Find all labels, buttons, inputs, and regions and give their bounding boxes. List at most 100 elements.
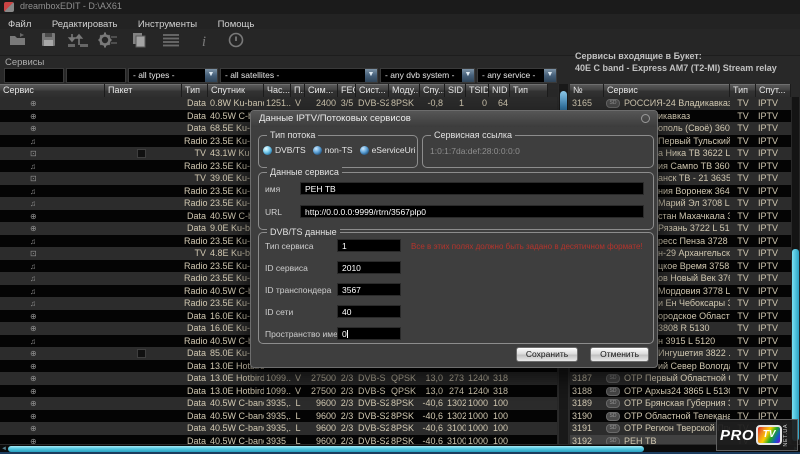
stream-type-radio-non-ts[interactable]: non-TS	[313, 145, 353, 155]
column-header[interactable]: Моду...	[389, 84, 420, 97]
service-row[interactable]: ⊕Data40.5W C-band ...3935,...L96002/3DVB…	[0, 397, 557, 410]
column-header[interactable]: Сервис	[0, 84, 105, 97]
dvb-field-2[interactable]: 3567	[337, 283, 401, 296]
data-icon: ⊕	[30, 386, 37, 398]
column-header[interactable]: Спу...	[420, 84, 445, 97]
type-filter-select[interactable]: - all types -▼	[128, 68, 218, 83]
open-button[interactable]	[6, 31, 30, 52]
column-header[interactable]: FEC	[338, 84, 356, 97]
tsid-cell: 0	[466, 97, 489, 110]
column-header[interactable]: Сервис	[604, 84, 730, 97]
service-cell: ⊡	[0, 147, 105, 160]
field-label: Тип сервиса	[265, 241, 313, 251]
satellite-filter-select[interactable]: - all satellites -▼	[220, 68, 378, 83]
stream-type-radio-eserviceuri[interactable]: eServiceUri	[360, 145, 416, 155]
typ-cell: Data	[182, 360, 208, 373]
chevron-down-icon[interactable]: ▼	[462, 69, 474, 82]
column-header[interactable]: П...	[291, 84, 305, 97]
right-table-vscrollbar[interactable]	[792, 97, 799, 448]
service-cell: ⊕	[0, 397, 105, 410]
column-header[interactable]: Тип	[730, 84, 756, 97]
radio-icon[interactable]	[263, 146, 272, 155]
column-header[interactable]: Тип	[510, 84, 548, 97]
service-filter-input[interactable]	[4, 68, 64, 83]
url-field[interactable]: http://0.0.0.0:9999/rtrn/3567plp0	[300, 205, 644, 218]
service-type-filter-select[interactable]: - any service -▼	[477, 68, 557, 83]
sd-badge-icon: SD	[606, 374, 620, 383]
satellite-cell: IPTV	[756, 210, 791, 223]
vscrollbar-thumb[interactable]	[792, 249, 799, 441]
typ-cell: Radio	[182, 235, 208, 248]
column-header[interactable]: Тип	[182, 84, 208, 97]
column-header[interactable]: Сист...	[356, 84, 389, 97]
package-cell	[105, 347, 182, 360]
bouquet-service-row[interactable]: 3188SDОТР Архыз24 3865 L 5130TVIPTV	[570, 385, 791, 398]
fec-cell: 3/5	[338, 97, 356, 110]
service-name-cell: SDРОССИЯ-24 Владикавказ	[604, 97, 730, 110]
bouquet-service-row[interactable]: 3189SDОТР Брянская Губерния 387...TVIPTV	[570, 397, 791, 410]
dvb-field-0[interactable]: 1	[337, 239, 401, 252]
chevron-down-icon[interactable]: ▼	[205, 69, 217, 82]
sid-cell: 3100	[445, 422, 466, 435]
service-row[interactable]: ⊕Data0.8W Ku-band ...1251...V24003/5DVB-…	[0, 97, 557, 110]
type-cell: TV	[730, 247, 756, 260]
typ-cell: Data	[182, 210, 208, 223]
fec-cell: 2/3	[338, 410, 356, 423]
column-header[interactable]: SID	[445, 84, 466, 97]
radio-icon[interactable]	[313, 146, 322, 155]
list-button[interactable]	[159, 31, 183, 52]
typ-cell: Data	[182, 385, 208, 398]
column-header[interactable]: Сим...	[305, 84, 338, 97]
dialog-collapse-button[interactable]	[641, 114, 650, 123]
dvb-field-1[interactable]: 2010	[337, 261, 401, 274]
save-button[interactable]	[37, 31, 61, 52]
typ-cell: Radio	[182, 335, 208, 348]
radio-icon: ♫	[30, 236, 36, 248]
dialog-title-bar[interactable]: Данные IPTV/Потоковых сервисов	[251, 111, 657, 127]
service-row[interactable]: ⊕Data40.5W C-band ...3935,...L96002/3DVB…	[0, 422, 557, 435]
service-row[interactable]: ⊕Data13.0E Hotbird ...1099...V275002/3DV…	[0, 385, 557, 398]
name-label: имя	[265, 184, 280, 194]
chevron-down-icon[interactable]: ▼	[365, 69, 377, 82]
satellite-cell: IPTV	[756, 110, 791, 123]
dvb-field-4[interactable]: 0	[337, 327, 401, 340]
column-header[interactable]: №	[570, 84, 604, 97]
copy-button[interactable]	[127, 31, 151, 52]
service-cell: ⊕	[0, 322, 105, 335]
info-button[interactable]: i	[192, 31, 216, 52]
radio-icon: ♫	[30, 336, 36, 348]
radio-icon[interactable]	[360, 146, 369, 155]
field-label: Пространство имен	[265, 329, 343, 339]
freq-cell: 3935,...	[264, 397, 291, 410]
save-button[interactable]: Сохранить	[516, 347, 578, 362]
column-header[interactable]: Час...	[264, 84, 291, 97]
sid-cell: 274	[445, 385, 466, 398]
tv-icon: ⊡	[30, 173, 37, 185]
typ-cell: Data	[182, 97, 208, 110]
bouquet-service-row[interactable]: 3165SDРОССИЯ-24 ВладикавказTVIPTV	[570, 97, 791, 110]
bouquet-service-row[interactable]: 3187SDОТР Первый Областной Ор...TVIPTV	[570, 372, 791, 385]
type-cell: TV	[730, 122, 756, 135]
column-header[interactable]: Спут...	[756, 84, 791, 97]
stream-type-radio-dvb-ts[interactable]: DVB/TS	[263, 145, 306, 155]
column-header[interactable]: Пакет	[105, 84, 182, 97]
column-header[interactable]: Спутник	[208, 84, 264, 97]
service-row[interactable]: ⊕Data13.0E Hotbird ...1099...V275002/3DV…	[0, 372, 557, 385]
field-label: ID сервиса	[265, 263, 308, 273]
transfer-button[interactable]	[66, 31, 90, 52]
package-filter-input[interactable]	[66, 68, 126, 83]
services-section-label: Сервисы	[5, 57, 44, 68]
chevron-down-icon[interactable]: ▼	[544, 69, 556, 82]
about-button[interactable]	[224, 31, 248, 52]
cancel-button[interactable]: Отменить	[590, 347, 649, 362]
sat-cell: 40.5W C-band ...	[208, 410, 264, 423]
column-header[interactable]: NID	[489, 84, 510, 97]
dvb-field-3[interactable]: 40	[337, 305, 401, 318]
settings-button[interactable]	[96, 31, 120, 52]
field-label: ID сети	[265, 307, 293, 317]
name-field[interactable]: РЕН ТВ	[300, 182, 644, 195]
service-row[interactable]: ⊕Data40.5W C-band ...3935,...L96002/3DVB…	[0, 410, 557, 423]
mod-cell: 8PSK	[389, 397, 420, 410]
dvb-system-filter-select[interactable]: - any dvb system -▼	[380, 68, 475, 83]
column-header[interactable]: TSID	[466, 84, 489, 97]
